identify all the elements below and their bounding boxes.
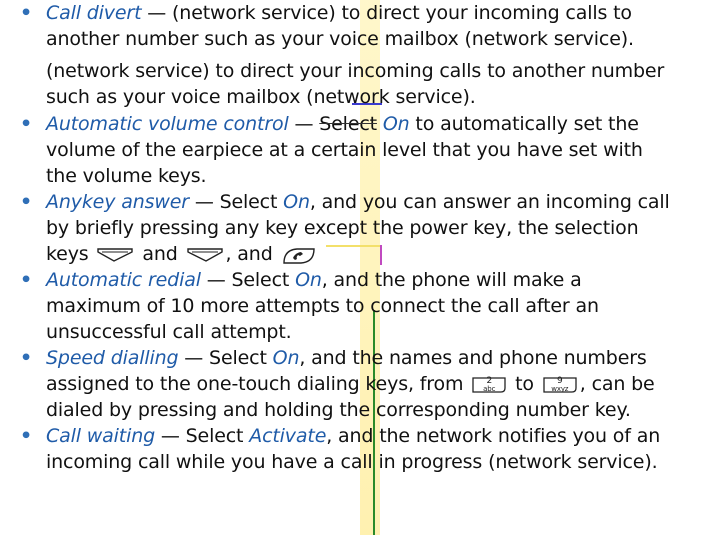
text-line-redial-2: maximum of 10 more attempts to connect t… <box>46 295 599 317</box>
text-line-speed-3: dialed by pressing and holding the corre… <box>46 399 631 421</box>
list-item-redial: • Automatic redial — Select On, and the p… <box>20 267 699 293</box>
key-9-letters: wxyz <box>551 384 569 393</box>
separator: — Select <box>155 425 250 447</box>
list-item-anykey: • Anykey answer — Select On, and you can … <box>20 189 699 215</box>
term-volume-control: Automatic volume control <box>46 113 289 135</box>
separator: — Select <box>200 269 296 291</box>
right-selection-key-icon <box>186 246 224 264</box>
bullet: • <box>20 425 32 447</box>
term-call-waiting: Call waiting <box>46 425 155 447</box>
text-line: , and the network notifies you of an <box>326 425 661 447</box>
text-line-anykey-3: keys and , and <box>20 241 699 267</box>
list-item-call-waiting: • Call waiting — Select Activate, and the… <box>20 423 699 449</box>
option-on: On <box>295 269 322 291</box>
option-on: On <box>283 191 310 213</box>
list-item-call-divert: • Call divert — (network service) to dire… <box>20 0 699 26</box>
text-assigned: assigned to the one-touch dialing keys, … <box>46 373 464 395</box>
separator: — <box>141 2 173 24</box>
separator: — Select <box>188 191 284 213</box>
select-word: Select <box>319 113 377 135</box>
text-to: to <box>515 373 534 395</box>
bullet: • <box>20 269 32 291</box>
key-2-icon: 2 abc <box>471 376 507 394</box>
text-can-be: , can be <box>579 373 655 395</box>
left-selection-key-icon <box>96 246 134 264</box>
text-line-volume-2: volume of the earpiece at a certain leve… <box>46 139 643 161</box>
text-line: , and you can answer an incoming call <box>309 191 670 213</box>
call-key-icon <box>281 246 317 264</box>
text-line: to automatically set the <box>409 113 639 135</box>
list-item-speed-dialling: • Speed dialling — Select On, and the nam… <box>20 345 699 371</box>
bullet: • <box>20 113 32 135</box>
text-line: , and the names and phone numbers <box>299 347 647 369</box>
text-line: (network service) to direct your incomin… <box>172 2 632 24</box>
text-comma-and: , and <box>225 243 273 265</box>
text-line-call-divert-2: another number such as your voice mailbo… <box>46 28 634 50</box>
manual-page: • Call divert — (network service) to dire… <box>0 0 703 535</box>
repeat-text-2: such as your voice mailbox (network serv… <box>46 86 476 108</box>
repeat-text-1: (network service) to direct your incomin… <box>46 60 665 82</box>
key-9-icon: 9 wxyz <box>542 376 578 394</box>
bullet: • <box>20 2 32 24</box>
separator: — Select <box>178 347 273 369</box>
text-line-waiting-2: incoming call while you have a call in p… <box>46 451 658 473</box>
text-line-volume-3: the volume keys. <box>46 165 207 187</box>
key-9-number: 9 <box>557 375 563 386</box>
text-and: and <box>142 243 178 265</box>
term-call-divert: Call divert <box>46 2 142 24</box>
separator: — <box>288 113 320 135</box>
bullet: • <box>20 191 32 213</box>
text-keys: keys <box>46 243 89 265</box>
text-line-redial-3: unsuccessful call attempt. <box>46 321 292 343</box>
key-2-letters: abc <box>483 384 496 393</box>
list-item-volume-control: • Automatic volume control — Select On to… <box>20 111 699 137</box>
option-activate: Activate <box>249 425 327 447</box>
text-line-speed-2: assigned to the one-touch dialing keys, … <box>20 371 699 397</box>
bullet: • <box>20 347 32 369</box>
option-on: On <box>382 113 410 135</box>
text-line: , and the phone will make a <box>321 269 582 291</box>
term-anykey: Anykey answer <box>46 191 189 213</box>
key-2-number: 2 <box>486 375 493 386</box>
term-redial: Automatic redial <box>46 269 201 291</box>
term-speed-dialling: Speed dialling <box>46 347 179 369</box>
option-on: On <box>272 347 300 369</box>
text-line-anykey-2: by briefly pressing any key except the p… <box>46 217 639 239</box>
